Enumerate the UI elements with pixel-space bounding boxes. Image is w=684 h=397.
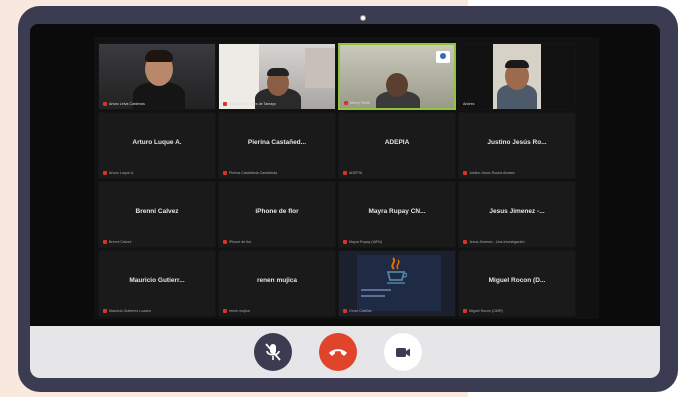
mic-muted-icon [223,240,227,244]
participant-tile-active-speaker[interactable]: Mercy Ponte [338,43,456,110]
participant-caption: iPhone de flor [223,240,251,244]
mic-muted-icon [343,171,347,175]
mic-muted-icon [344,101,348,105]
participant-tile-video[interactable]: Arturo Leiva Cardenas [98,43,216,110]
mic-muted-icon [103,171,107,175]
mic-muted-icon [103,102,107,106]
participant-caption: Mayra Rupay (IAFN) [343,240,382,244]
participant-caption: Justino Jesús Rocha Alvarez [463,171,515,175]
participant-tile[interactable]: Justino Jesús Ro... Justino Jesús Rocha … [458,112,576,179]
participant-caption: renen mujica [223,309,250,313]
participant-name: Pierina Castañed... [247,139,307,146]
participant-tile[interactable]: Mauricio Gutierr... Mauricio Gutierrez L… [98,250,216,317]
participant-tile[interactable]: iPhone de flor iPhone de flor [218,181,336,248]
participant-name: Mauricio Gutierr... [129,277,185,284]
mic-muted-icon [343,240,347,244]
mic-muted-icon [463,309,467,313]
webcam-icon [357,12,369,24]
participant-name: iPhone de flor [255,208,299,215]
mic-muted-icon [223,309,227,313]
participant-caption: Brenni Calvez [103,240,131,244]
video-toggle-button[interactable] [384,333,422,371]
participant-name: Mayra Rupay CN... [368,208,426,215]
mic-muted-icon [103,309,107,313]
video-camera-icon [396,348,410,357]
participant-caption: Arturo Leiva Cardenas [103,102,145,106]
participant-caption: Jesus Jimenez - Una Investigación [463,240,525,244]
phone-hangup-icon [329,349,347,356]
call-controls-bar [30,326,660,378]
participant-tile[interactable]: renen mujica renen mujica [218,250,336,317]
participant-tile[interactable]: Jesus Jimenez -... Jesus Jimenez - Una I… [458,181,576,248]
participant-grid: Arturo Leiva Cardenas Enrique Gonzales d… [94,37,599,319]
participant-tile-video[interactable]: Andres [458,43,576,110]
java-logo-icon [386,257,407,284]
mic-muted-icon [463,240,467,244]
video-call-window: Arturo Leiva Cardenas Enrique Gonzales d… [94,37,599,319]
mic-muted-icon [103,240,107,244]
participant-caption: Miguel Rocon (OMR) [463,309,503,313]
participant-caption: Mauricio Gutierrez Lozano [103,309,151,313]
participant-tile[interactable]: Pierina Castañed... Pierina Castañeda Ca… [218,112,336,179]
participant-name: Jesus Jimenez -... [489,208,545,215]
participant-name: ADEPIA [384,139,410,146]
participant-name: Miguel Rocon (D... [488,277,546,284]
participant-caption: Pierina Castañeda Castañeda [223,171,277,175]
participant-tile[interactable]: Mayra Rupay CN... Mayra Rupay (IAFN) [338,181,456,248]
participant-tile[interactable]: Brenni Calvez Brenni Calvez [98,181,216,248]
mic-muted-icon [223,102,227,106]
mic-muted-icon [343,309,347,313]
participant-caption: Andres [463,102,475,106]
participant-caption: Arturo Luque A. [103,171,134,175]
screen: Arturo Leiva Cardenas Enrique Gonzales d… [30,24,660,326]
mic-off-icon [265,343,281,361]
participant-caption: Enrique Gonzales de Tamayo [223,102,276,106]
participant-caption: Mercy Ponte [344,101,370,105]
participant-tile[interactable]: Arturo Luque A. Arturo Luque A. [98,112,216,179]
mic-muted-icon [223,171,227,175]
participant-tile-screen[interactable]: Omar Casillas [338,250,456,317]
participant-name: Justino Jesús Ro... [487,139,547,146]
participant-name: Arturo Luque A. [132,139,182,146]
participant-tile-video[interactable]: Enrique Gonzales de Tamayo [218,43,336,110]
participant-name: renen mujica [256,277,298,284]
participant-name: Brenni Calvez [135,208,179,215]
mute-button[interactable] [254,333,292,371]
participant-tile[interactable]: ADEPIA ADEPIA [338,112,456,179]
end-call-button[interactable] [319,333,357,371]
participant-caption: Omar Casillas [343,309,372,313]
mic-muted-icon [463,171,467,175]
participant-caption: ADEPIA [343,171,362,175]
participant-tile[interactable]: Miguel Rocon (D... Miguel Rocon (OMR) [458,250,576,317]
